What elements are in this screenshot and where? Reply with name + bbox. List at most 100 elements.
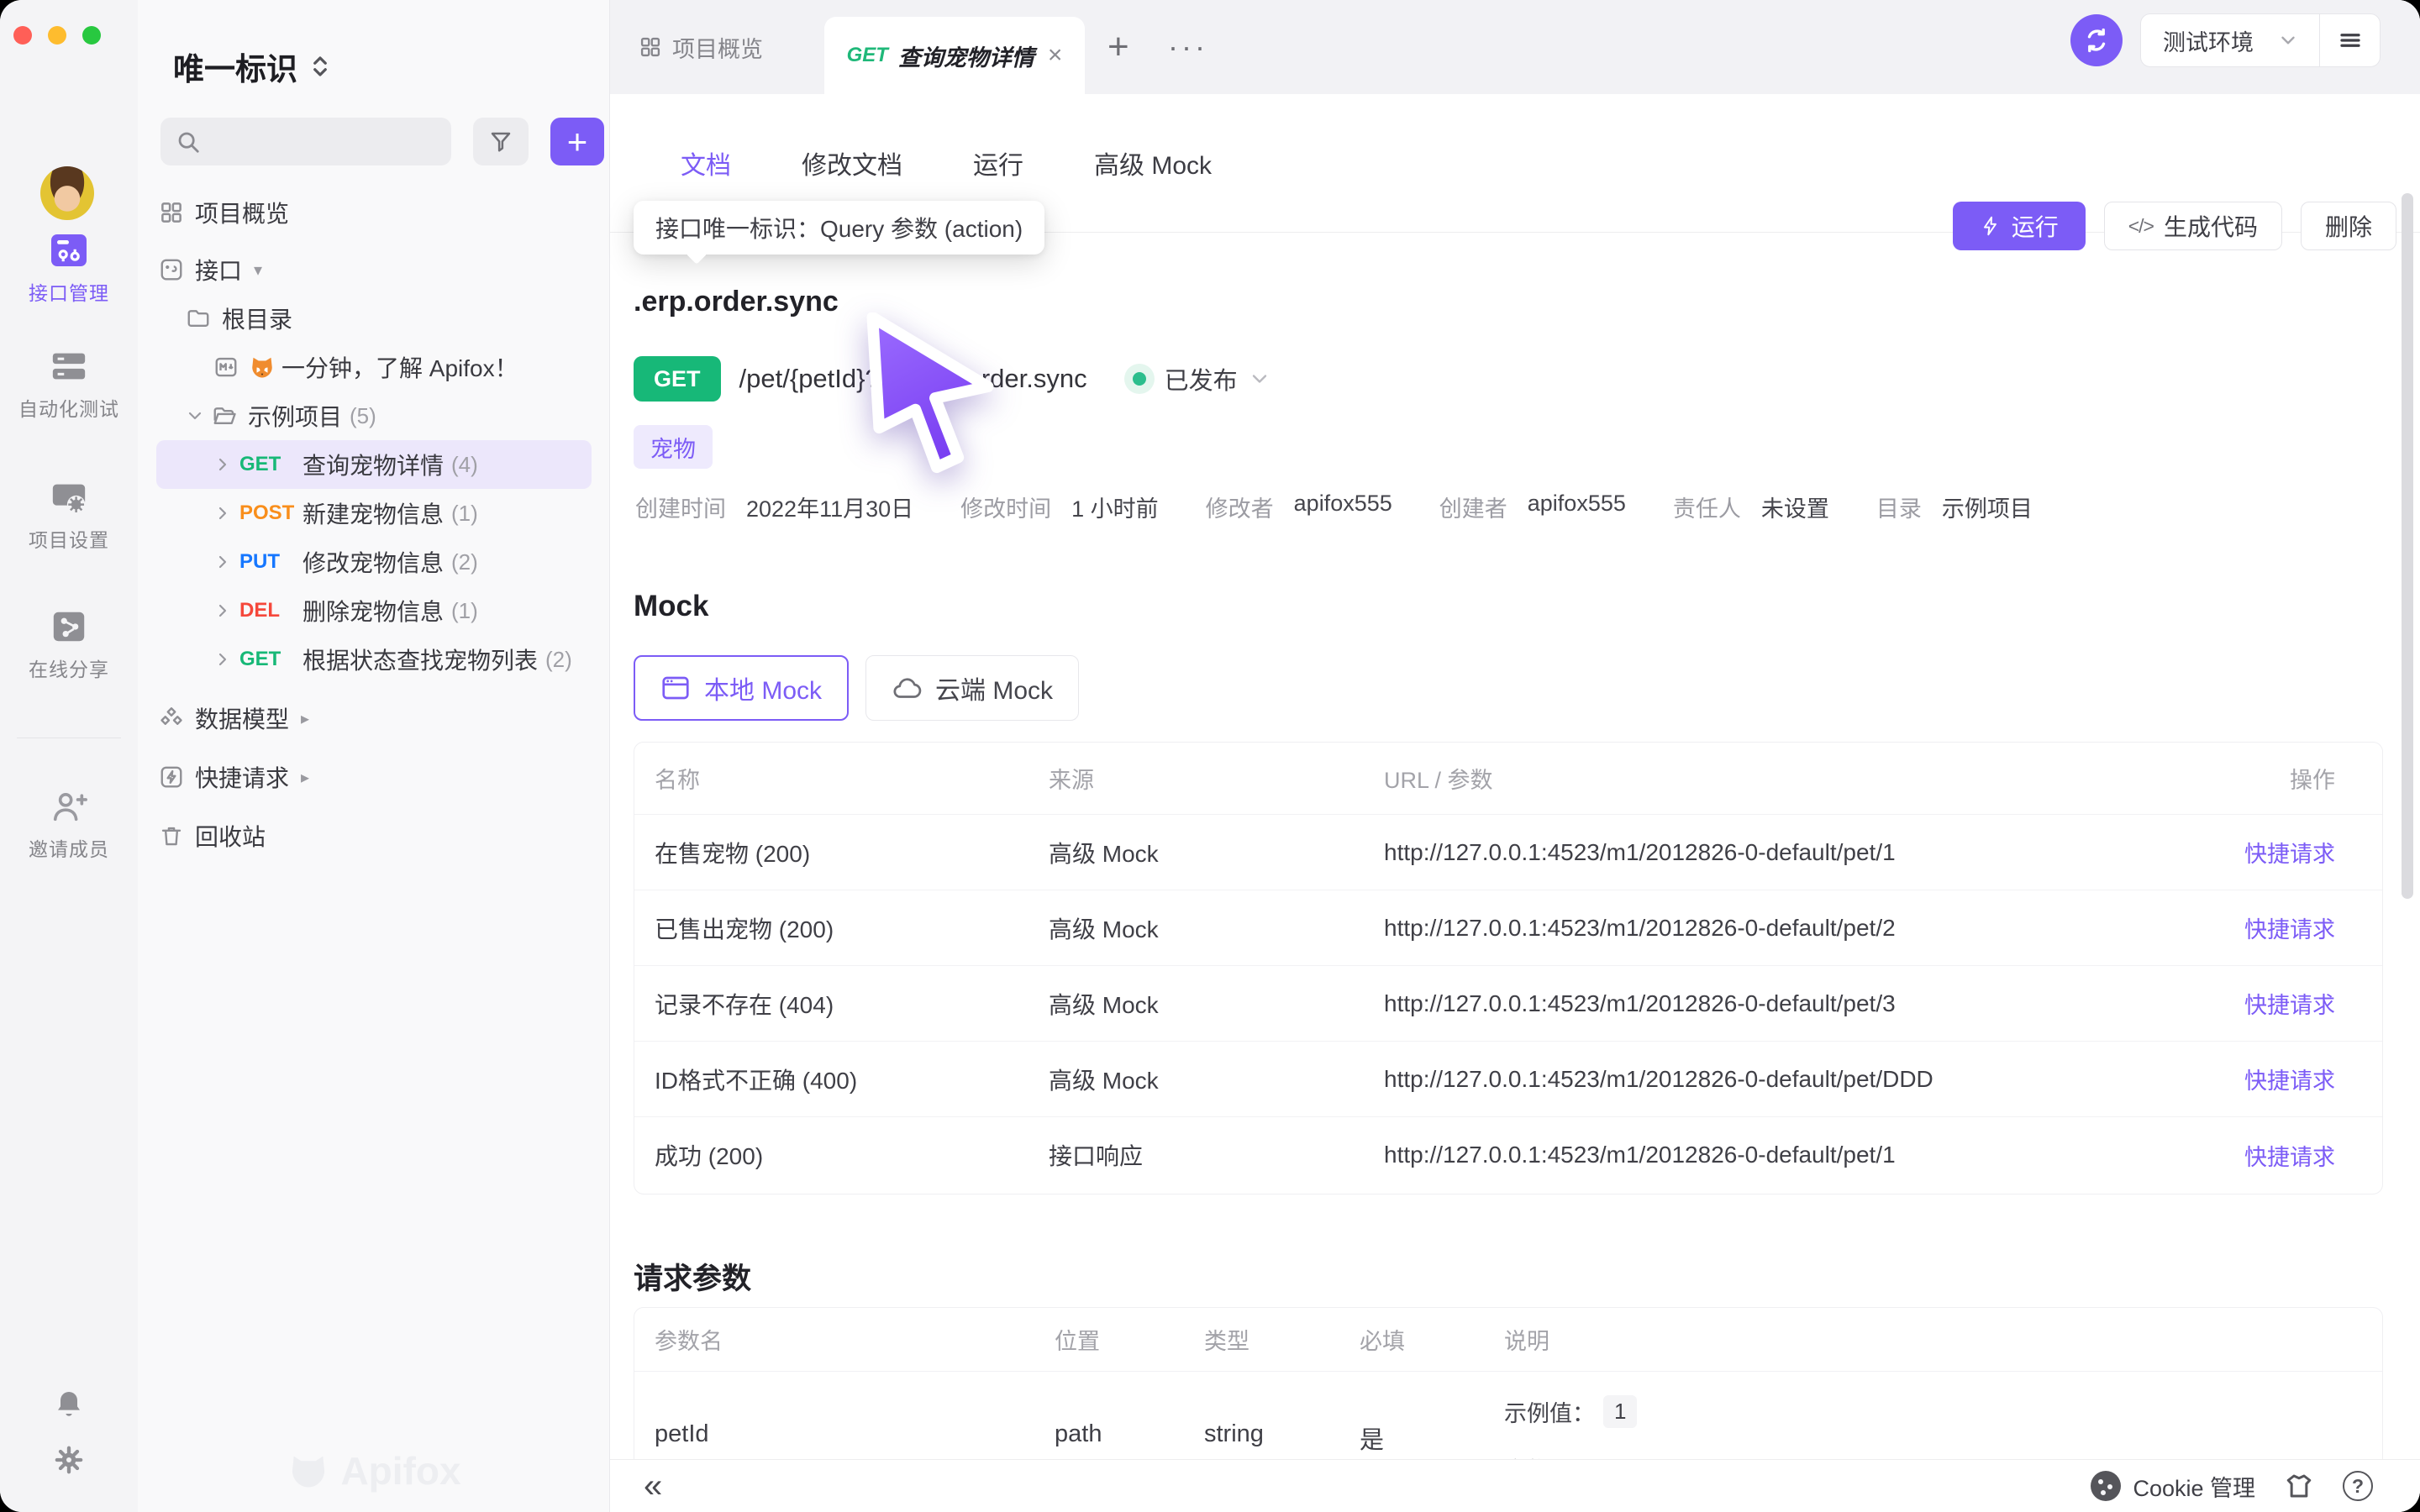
col-type: 类型 xyxy=(1204,1323,1360,1356)
settings-gear-icon[interactable] xyxy=(52,1443,86,1477)
chevron-right-icon[interactable] xyxy=(213,503,233,523)
meta-value[interactable]: 示例项目 xyxy=(1942,491,2033,523)
minimize-window-button[interactable] xyxy=(48,26,66,45)
tab-get-pet-detail[interactable]: GET 查询宠物详情 × xyxy=(824,17,1085,94)
macos-traffic-lights[interactable] xyxy=(13,26,101,45)
col-source: 来源 xyxy=(1049,762,1384,795)
mock-name: 在售宠物 (200) xyxy=(655,836,1049,869)
sidebar-item-project-overview[interactable]: 项目概览 xyxy=(138,188,610,237)
sidebar-item-recycle-bin[interactable]: 回收站 xyxy=(138,811,610,860)
close-window-button[interactable] xyxy=(13,26,32,45)
cookie-icon xyxy=(2091,1471,2121,1501)
mock-url: http://127.0.0.1:4523/m1/2012826-0-defau… xyxy=(1384,839,2244,866)
search-input[interactable] xyxy=(160,118,451,165)
quick-request-link[interactable]: 快捷请求 xyxy=(2244,836,2335,869)
status-dot-halo xyxy=(1124,364,1155,394)
sync-button[interactable] xyxy=(2070,14,2123,66)
tab-edit-doc[interactable]: 修改文档 xyxy=(802,144,902,181)
tree-api-post-create-pet[interactable]: POST 新建宠物信息 (1) xyxy=(138,489,610,538)
chevron-right-icon[interactable] xyxy=(213,601,233,621)
zoom-window-button[interactable] xyxy=(82,26,101,45)
search-icon xyxy=(176,129,201,155)
tab-more-icon[interactable]: ··· xyxy=(1168,0,1208,94)
environment-menu-icon[interactable] xyxy=(2320,28,2380,53)
chevron-down-icon[interactable] xyxy=(2277,29,2299,51)
tab-doc[interactable]: 文档 xyxy=(681,144,731,181)
sidebar-section-apis[interactable]: 接口 ▾ xyxy=(138,245,610,294)
project-switcher[interactable]: 唯一标识 xyxy=(173,44,331,89)
rail-item-api-management[interactable]: 接口管理 xyxy=(0,232,138,306)
api-box-icon xyxy=(159,257,184,282)
method-badge: POST xyxy=(239,501,295,525)
close-tab-icon[interactable]: × xyxy=(1048,41,1063,70)
rail-item-invite-members[interactable]: 邀请成员 xyxy=(0,788,138,862)
filter-button[interactable] xyxy=(473,118,529,165)
cloud-icon xyxy=(892,674,922,702)
meta-value: 2022年11月30日 xyxy=(746,491,913,523)
grid-icon xyxy=(639,35,662,59)
tooltip-text: 接口唯一标识：Query 参数 (action) xyxy=(655,211,1023,244)
browser-window-icon xyxy=(660,674,691,702)
method-badge: GET xyxy=(239,453,295,476)
collapse-sidebar-icon[interactable]: « xyxy=(644,1460,662,1512)
tab-run[interactable]: 运行 xyxy=(973,144,1023,181)
help-icon[interactable]: ? xyxy=(2343,1471,2373,1501)
chevron-down-icon[interactable] xyxy=(185,406,205,426)
tree-label: 修改宠物信息 xyxy=(302,545,444,579)
tree-label: 项目概览 xyxy=(195,196,289,229)
new-tab-button[interactable]: + xyxy=(1107,0,1129,94)
add-new-button[interactable]: + xyxy=(550,118,604,165)
mock-name: 成功 (200) xyxy=(655,1138,1049,1172)
tree-api-get-pet-detail[interactable]: GET 查询宠物详情 (4) xyxy=(138,440,610,489)
mock-source: 高级 Mock xyxy=(1049,836,1384,869)
environment-select[interactable]: 测试环境 xyxy=(2163,24,2254,57)
tree-folder-root[interactable]: 根目录 xyxy=(138,294,610,343)
meta-value: apifox555 xyxy=(1528,491,1626,523)
quick-request-link[interactable]: 快捷请求 xyxy=(2244,1063,2335,1095)
tree-folder-example-project[interactable]: 示例项目 (5) xyxy=(138,391,610,440)
mock-url: http://127.0.0.1:4523/m1/2012826-0-defau… xyxy=(1384,915,2244,942)
main-area: 项目概览 GET 查询宠物详情 × + ··· 测试环境 文档 修改文档 xyxy=(610,0,2420,1512)
tab-advanced-mock[interactable]: 高级 Mock xyxy=(1094,144,1212,181)
publish-status[interactable]: 已发布 xyxy=(1124,361,1271,396)
theme-tshirt-icon[interactable] xyxy=(2284,1471,2314,1501)
rail-item-project-settings[interactable]: 项目设置 xyxy=(0,479,138,553)
meta-value[interactable]: 未设置 xyxy=(1761,491,1829,523)
tab-project-overview[interactable]: 项目概览 xyxy=(639,0,763,94)
quick-request-link[interactable]: 快捷请求 xyxy=(2244,1139,2335,1172)
tree-api-get-pets-by-status[interactable]: GET 根据状态查找宠物列表 (2) xyxy=(138,635,610,684)
mock-row: 已售出宠物 (200) 高级 Mock http://127.0.0.1:452… xyxy=(634,890,2382,966)
generate-code-button[interactable]: </> 生成代码 xyxy=(2104,202,2282,250)
tree-api-del-delete-pet[interactable]: DEL 删除宠物信息 (1) xyxy=(138,586,610,635)
tab-label: 查询宠物详情 xyxy=(898,39,1034,72)
automated-testing-icon xyxy=(50,348,88,385)
scrollbar-thumb[interactable] xyxy=(2402,193,2413,899)
delete-label: 删除 xyxy=(2325,209,2372,243)
quick-request-link[interactable]: 快捷请求 xyxy=(2244,911,2335,944)
tree-label: 接口 xyxy=(195,253,242,286)
chevron-right-icon[interactable] xyxy=(213,552,233,572)
chevron-down-icon[interactable] xyxy=(1248,367,1271,391)
mock-url: http://127.0.0.1:4523/m1/2012826-0-defau… xyxy=(1384,990,2244,1017)
quick-request-link[interactable]: 快捷请求 xyxy=(2244,987,2335,1020)
tag-pet[interactable]: 宠物 xyxy=(634,425,713,469)
avatar[interactable] xyxy=(40,166,94,220)
run-button[interactable]: 运行 xyxy=(1953,202,2086,250)
endpoint-meta: 创建时间2022年11月30日 修改时间1 小时前 修改者apifox555 创… xyxy=(635,491,2033,523)
tree-api-put-update-pet[interactable]: PUT 修改宠物信息 (2) xyxy=(138,538,610,586)
local-mock-toggle[interactable]: 本地 Mock xyxy=(634,655,849,721)
sidebar-section-quick-request[interactable]: 快捷请求 ▸ xyxy=(138,753,610,801)
rail-item-online-share[interactable]: 在线分享 xyxy=(0,608,138,682)
notifications-bell-icon[interactable] xyxy=(52,1388,86,1421)
run-label: 运行 xyxy=(2012,209,2059,243)
apifox-logo-icon xyxy=(287,1449,330,1493)
delete-button[interactable]: 删除 xyxy=(2301,202,2396,250)
cookie-manager-button[interactable]: Cookie 管理 xyxy=(2091,1470,2255,1503)
chevron-right-icon[interactable] xyxy=(213,454,233,475)
cloud-mock-toggle[interactable]: 云端 Mock xyxy=(865,655,1079,721)
project-title: 唯一标识 xyxy=(173,44,297,89)
tree-doc-intro[interactable]: 一分钟，了解 Apifox！ xyxy=(138,343,610,391)
rail-item-automated-testing[interactable]: 自动化测试 xyxy=(0,348,138,422)
chevron-right-icon[interactable] xyxy=(213,649,233,669)
sidebar-section-data-models[interactable]: 数据模型 ▸ xyxy=(138,694,610,743)
